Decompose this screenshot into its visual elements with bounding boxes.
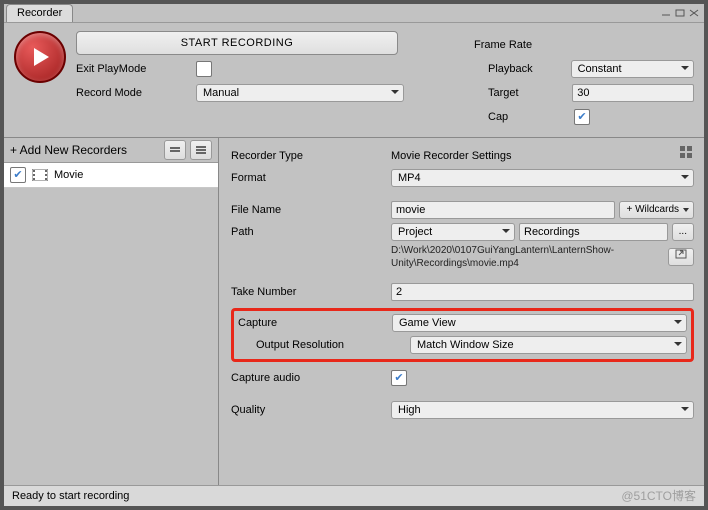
reveal-path-button[interactable] [668, 248, 694, 266]
path-browse-button[interactable]: ... [672, 223, 694, 241]
main-panel: Recorder TypeMovie Recorder Settings For… [219, 138, 704, 485]
target-label: Target [474, 87, 572, 99]
recorder-tab[interactable]: Recorder [6, 4, 73, 22]
minimize-icon[interactable] [660, 8, 672, 18]
take-number-input[interactable]: 2 [391, 283, 694, 301]
add-recorders-button[interactable]: + Add New Recorders [10, 143, 160, 157]
chevron-down-icon [391, 90, 399, 94]
status-bar: Ready to start recording @51CTO博客 [4, 485, 704, 506]
top-panel: START RECORDING Exit PlayMode Record Mod… [4, 23, 704, 138]
chevron-down-icon [674, 342, 682, 346]
movie-icon [32, 169, 48, 181]
sidebar-empty [4, 188, 218, 485]
format-dropdown[interactable]: MP4 [391, 169, 694, 187]
file-name-label: File Name [231, 204, 391, 216]
path-scope-dropdown[interactable]: Project [391, 223, 515, 241]
recorder-enable-checkbox[interactable] [10, 167, 26, 183]
output-resolution-label: Output Resolution [238, 339, 410, 351]
watermark: @51CTO博客 [621, 486, 696, 506]
take-number-label: Take Number [231, 286, 391, 298]
capture-audio-checkbox[interactable] [391, 370, 407, 386]
frame-rate-label: Frame Rate [474, 39, 560, 51]
recorder-type-label: Recorder Type [231, 150, 391, 162]
record-mode-label: Record Mode [76, 87, 196, 99]
exit-playmode-checkbox[interactable] [196, 61, 212, 77]
top-left: START RECORDING Exit PlayMode Record Mod… [76, 31, 474, 127]
record-mode-dropdown[interactable]: Manual [196, 84, 404, 102]
recorder-item-movie[interactable]: Movie [4, 163, 218, 188]
start-recording-button[interactable]: START RECORDING [76, 31, 398, 55]
capture-dropdown[interactable]: Game View [392, 314, 687, 332]
exit-playmode-label: Exit PlayMode [76, 63, 196, 75]
format-label: Format [231, 172, 391, 184]
capture-label: Capture [238, 317, 392, 329]
playback-label: Playback [474, 63, 571, 75]
menu-icon[interactable] [190, 140, 212, 160]
title-bar: Recorder [4, 4, 704, 23]
chevron-down-icon [683, 208, 689, 212]
cap-label: Cap [474, 111, 574, 123]
file-name-input[interactable]: movie [391, 201, 615, 219]
output-resolution-dropdown[interactable]: Match Window Size [410, 336, 687, 354]
chevron-down-icon [681, 66, 689, 70]
playback-dropdown[interactable]: Constant [571, 60, 694, 78]
resolved-path: D:\Work\2020\0107GuiYangLantern\LanternS… [391, 244, 664, 270]
recorder-type-value: Movie Recorder Settings [391, 150, 694, 162]
top-right: Frame Rate PlaybackConstant Target30 Cap [474, 31, 694, 127]
quality-dropdown[interactable]: High [391, 401, 694, 419]
wildcards-button[interactable]: + Wildcards [619, 201, 694, 219]
path-label: Path [231, 226, 391, 238]
body: + Add New Recorders Movie Recorder TypeM… [4, 138, 704, 485]
sidebar: + Add New Recorders Movie [4, 138, 219, 485]
window-buttons [660, 8, 704, 18]
capture-highlight: CaptureGame View Output ResolutionMatch … [231, 308, 694, 362]
recorder-window: Recorder START RECORDING Exit PlayMode R… [0, 0, 708, 510]
maximize-icon[interactable] [674, 8, 686, 18]
chevron-down-icon [502, 229, 510, 233]
cap-checkbox[interactable] [574, 109, 590, 125]
quality-label: Quality [231, 404, 391, 416]
recorder-item-label: Movie [54, 169, 83, 181]
status-text: Ready to start recording [12, 486, 129, 506]
chevron-down-icon [674, 320, 682, 324]
capture-audio-label: Capture audio [231, 372, 391, 384]
path-sub-input[interactable]: Recordings [519, 223, 668, 241]
close-icon[interactable] [688, 8, 700, 18]
target-input[interactable]: 30 [572, 84, 694, 102]
sidebar-header: + Add New Recorders [4, 138, 218, 163]
record-play-button[interactable] [14, 31, 66, 83]
panel-config-icon[interactable] [678, 144, 694, 160]
chevron-down-icon [681, 407, 689, 411]
preset-dropdown-icon[interactable] [164, 140, 186, 160]
chevron-down-icon [681, 175, 689, 179]
